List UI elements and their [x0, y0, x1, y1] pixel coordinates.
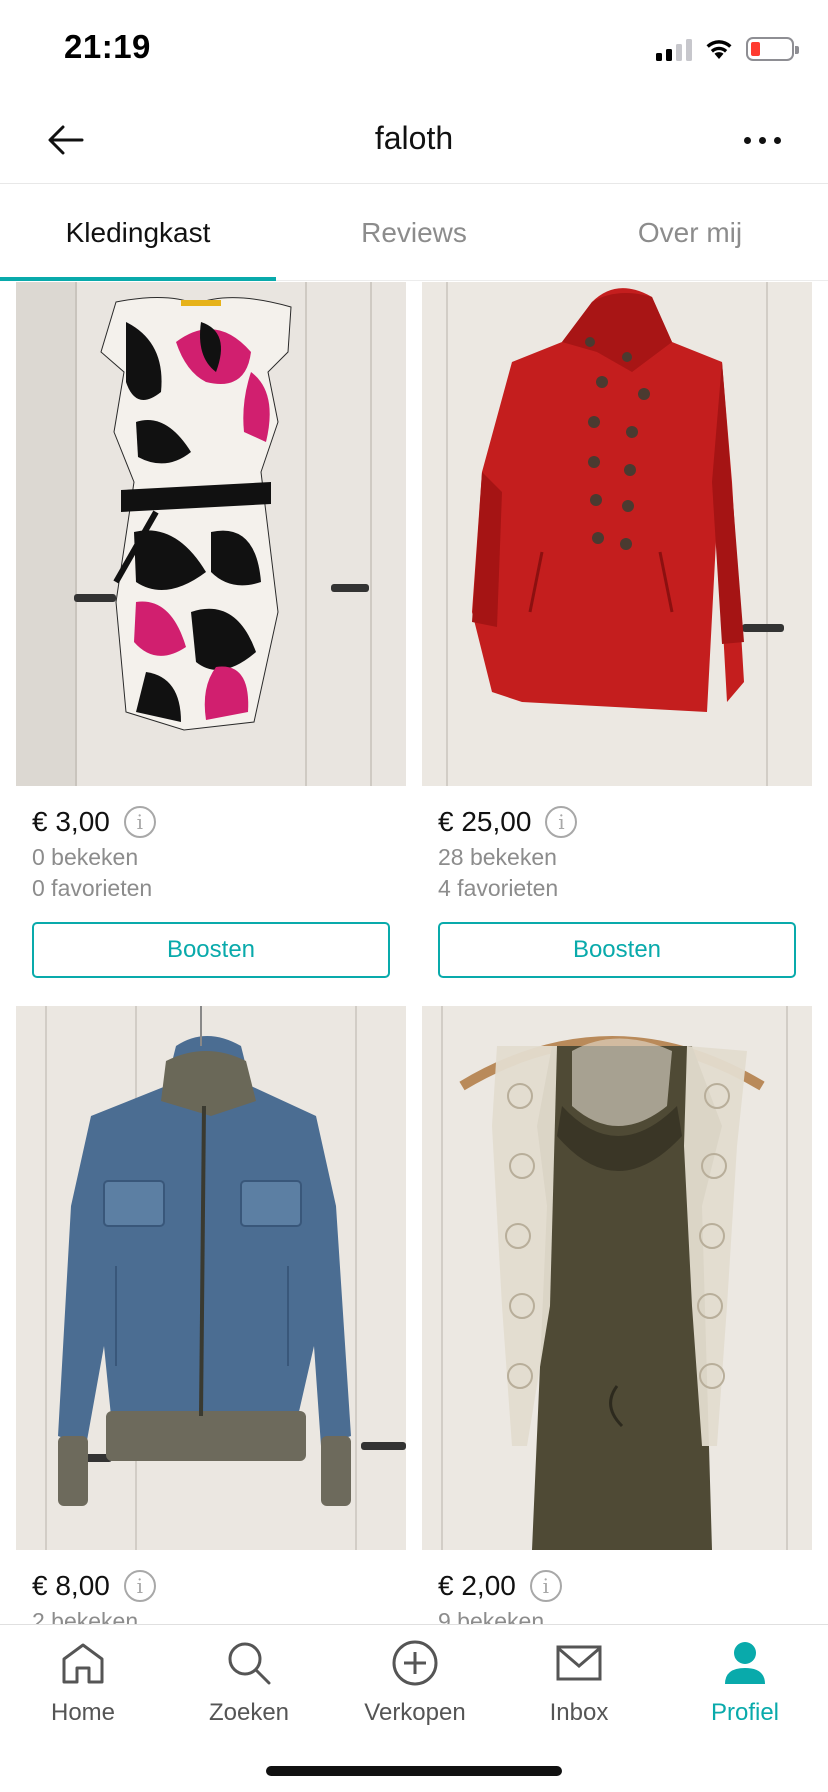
tab-kledingkast[interactable]: Kledingkast	[0, 185, 276, 281]
item-card[interactable]: € 25,00 i 28 bekeken 4 favorieten Booste…	[422, 282, 812, 978]
status-time: 21:19	[64, 28, 151, 65]
item-price: € 8,00	[32, 1570, 110, 1601]
nav-label: Profiel	[710, 1699, 780, 1726]
info-icon[interactable]: i	[123, 806, 156, 838]
status-bar: 21:19	[0, 0, 828, 96]
item-photo-floral-dress[interactable]	[16, 282, 406, 786]
battery-icon	[746, 37, 799, 61]
item-price: € 25,00	[438, 806, 532, 837]
boost-button[interactable]: Boosten	[32, 922, 390, 978]
item-card[interactable]: € 2,00 i 9 bekeken	[422, 1006, 812, 1624]
item-views: 2 bekeken	[32, 1608, 139, 1624]
more-dot	[773, 136, 781, 144]
item-price: € 2,00	[438, 1570, 516, 1601]
item-card[interactable]: € 8,00 i 2 bekeken	[16, 1006, 406, 1624]
price-row: € 25,00 i	[438, 806, 812, 838]
nav-inbox[interactable]: Inbox	[496, 1637, 662, 1747]
nav-zoeken[interactable]: Zoeken	[166, 1637, 332, 1747]
coat-image	[422, 282, 812, 786]
mail-icon	[553, 1637, 605, 1689]
tab-reviews[interactable]: Reviews	[276, 185, 552, 280]
price-row: € 2,00 i	[438, 1570, 812, 1602]
boost-button[interactable]: Boosten	[438, 922, 796, 978]
nav-label: Zoeken	[208, 1699, 290, 1726]
status-icons	[656, 34, 799, 64]
dress-image	[16, 282, 406, 786]
cellular-signal-icon	[656, 37, 692, 61]
page-title: faloth	[374, 120, 454, 156]
profile-tabs: Kledingkast Reviews Over mij	[0, 185, 828, 281]
price-row: € 3,00 i	[32, 806, 406, 838]
jacket-image	[16, 1006, 406, 1550]
dress-vest-image	[422, 1006, 812, 1550]
item-price: € 3,00	[32, 806, 110, 837]
more-dot	[743, 136, 751, 144]
info-icon[interactable]: i	[529, 1570, 562, 1602]
item-views: 9 bekeken	[438, 1608, 545, 1624]
plus-circle-icon	[389, 1637, 441, 1689]
item-card[interactable]: € 3,00 i 0 bekeken 0 favorieten Boosten	[16, 282, 406, 978]
more-options-button[interactable]	[732, 114, 792, 166]
profile-icon	[719, 1637, 771, 1689]
info-icon[interactable]: i	[545, 806, 578, 838]
price-row: € 8,00 i	[32, 1570, 406, 1602]
item-photo-olive-dress[interactable]	[422, 1006, 812, 1550]
nav-label: Home	[50, 1699, 116, 1726]
item-photo-red-coat[interactable]	[422, 282, 812, 786]
home-indicator	[266, 1766, 562, 1776]
item-views: 28 bekeken	[438, 844, 557, 870]
nav-home[interactable]: Home	[0, 1637, 166, 1747]
wifi-icon	[706, 40, 732, 59]
nav-verkopen[interactable]: Verkopen	[332, 1637, 498, 1747]
nav-profiel[interactable]: Profiel	[662, 1637, 828, 1747]
item-favorites: 0 favorieten	[32, 875, 153, 901]
nav-label: Verkopen	[364, 1699, 466, 1726]
search-icon	[223, 1637, 275, 1689]
app-header: faloth	[0, 96, 828, 184]
home-icon	[57, 1637, 109, 1689]
info-icon[interactable]: i	[123, 1570, 156, 1602]
more-dot	[758, 136, 766, 144]
item-views: 0 bekeken	[32, 844, 139, 870]
wardrobe-grid: € 3,00 i 0 bekeken 0 favorieten Boosten	[0, 282, 828, 1624]
tab-over-mij[interactable]: Over mij	[552, 185, 828, 280]
item-photo-denim-jacket[interactable]	[16, 1006, 406, 1550]
item-favorites: 4 favorieten	[438, 875, 559, 901]
nav-label: Inbox	[549, 1699, 609, 1726]
